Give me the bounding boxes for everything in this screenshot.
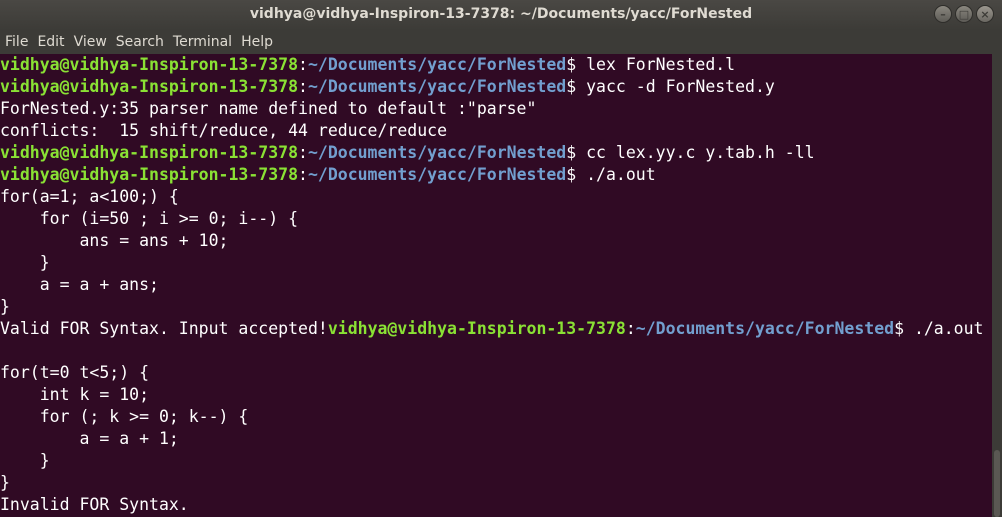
- terminal-line: for (i=50 ; i >= 0; i--) {: [0, 208, 983, 230]
- output-text: conflicts: 15 shift/reduce, 44 reduce/re…: [0, 121, 448, 140]
- prompt-colon: :: [298, 55, 308, 74]
- terminal-output[interactable]: vidhya@vidhya-Inspiron-13-7378:~/Documen…: [0, 54, 992, 517]
- prompt-path: ~/Documents/yacc/ForNested: [307, 165, 567, 184]
- terminal-line: }: [0, 472, 983, 494]
- output-text: Valid FOR Syntax. Input accepted!: [0, 319, 328, 338]
- terminal-window: vidhya@vidhya-Inspiron-13-7378: ~/Docume…: [0, 0, 1002, 517]
- menu-terminal[interactable]: Terminal: [169, 34, 236, 50]
- title-bar[interactable]: vidhya@vidhya-Inspiron-13-7378: ~/Docume…: [0, 0, 1002, 30]
- prompt-user: vidhya@vidhya-Inspiron-13-7378: [0, 143, 299, 162]
- output-text: for (i=50 ; i >= 0; i--) {: [0, 209, 299, 228]
- terminal-line: a = a + 1;: [0, 428, 983, 450]
- output-text: }: [0, 451, 50, 470]
- terminal-line: }: [0, 252, 983, 274]
- minimize-icon[interactable]: –: [934, 5, 952, 23]
- prompt-dollar: $: [566, 77, 587, 96]
- menu-search[interactable]: Search: [112, 34, 168, 50]
- output-text: }: [0, 253, 50, 272]
- terminal-line: vidhya@vidhya-Inspiron-13-7378:~/Documen…: [0, 164, 983, 186]
- output-text: a = a + 1;: [0, 429, 179, 448]
- menu-view[interactable]: View: [70, 34, 111, 50]
- menu-edit[interactable]: Edit: [33, 34, 68, 50]
- output-text: }: [0, 297, 10, 316]
- scrollbar-thumb[interactable]: [994, 450, 1000, 517]
- prompt-dollar: $: [566, 143, 587, 162]
- close-icon[interactable]: ×: [976, 5, 994, 23]
- command-text: ./a.out: [586, 165, 656, 184]
- terminal-line: ForNested.y:35 parser name defined to de…: [0, 98, 983, 120]
- menu-bar: File Edit View Search Terminal Help: [0, 30, 1002, 54]
- prompt-user: vidhya@vidhya-Inspiron-13-7378: [0, 165, 299, 184]
- terminal-line: vidhya@vidhya-Inspiron-13-7378:~/Documen…: [0, 54, 983, 76]
- prompt-colon: :: [298, 77, 308, 96]
- terminal-line: }: [0, 296, 983, 318]
- terminal-line: int k = 10;: [0, 384, 983, 406]
- command-text: lex ForNested.l: [586, 55, 736, 74]
- terminal-line: for (; k >= 0; k--) {: [0, 406, 983, 428]
- maximize-icon[interactable]: □: [955, 5, 973, 23]
- prompt-colon: :: [625, 319, 636, 338]
- output-text: ans = ans + 10;: [0, 231, 229, 250]
- terminal-line: Valid FOR Syntax. Input accepted!vidhya@…: [0, 318, 983, 340]
- prompt-colon: :: [298, 165, 308, 184]
- prompt-path: ~/Documents/yacc/ForNested: [307, 77, 567, 96]
- terminal-line: for(t=0 t<5;) {: [0, 362, 983, 384]
- prompt-path: ~/Documents/yacc/ForNested: [307, 143, 567, 162]
- prompt-user: vidhya@vidhya-Inspiron-13-7378: [0, 77, 299, 96]
- output-text: for(a=1; a<100;) {: [0, 187, 179, 206]
- window-controls: – □ ×: [934, 5, 994, 23]
- output-text: for(t=0 t<5;) {: [0, 363, 150, 382]
- terminal-line: conflicts: 15 shift/reduce, 44 reduce/re…: [0, 120, 983, 142]
- terminal-lines: vidhya@vidhya-Inspiron-13-7378:~/Documen…: [0, 54, 983, 516]
- terminal-line: vidhya@vidhya-Inspiron-13-7378:~/Documen…: [0, 142, 983, 164]
- prompt-dollar: $: [566, 165, 587, 184]
- prompt-dollar: $: [894, 319, 914, 338]
- prompt-path: ~/Documents/yacc/ForNested: [307, 55, 567, 74]
- menu-help[interactable]: Help: [237, 34, 277, 50]
- window-title: vidhya@vidhya-Inspiron-13-7378: ~/Docume…: [249, 6, 753, 22]
- prompt-path: ~/Documents/yacc/ForNested: [635, 319, 895, 338]
- output-text: a = a + ans;: [0, 275, 159, 294]
- prompt-user: vidhya@vidhya-Inspiron-13-7378: [0, 55, 299, 74]
- menu-file[interactable]: File: [1, 34, 32, 50]
- terminal-line: vidhya@vidhya-Inspiron-13-7378:~/Documen…: [0, 76, 983, 98]
- command-text: cc lex.yy.c y.tab.h -ll: [586, 143, 815, 162]
- terminal-line: }: [0, 450, 983, 472]
- terminal-line: Invalid FOR Syntax.: [0, 494, 983, 516]
- prompt-dollar: $: [566, 55, 587, 74]
- command-text: yacc -d ForNested.y: [586, 77, 775, 96]
- terminal-line: for(a=1; a<100;) {: [0, 186, 983, 208]
- scrollbar[interactable]: [992, 54, 1002, 517]
- terminal-line: a = a + ans;: [0, 274, 983, 296]
- terminal-line: ans = ans + 10;: [0, 230, 983, 252]
- output-text: ForNested.y:35 parser name defined to de…: [0, 99, 537, 118]
- output-text: int k = 10;: [0, 385, 150, 404]
- prompt-user: vidhya@vidhya-Inspiron-13-7378: [327, 319, 626, 338]
- output-text: for (; k >= 0; k--) {: [0, 407, 249, 426]
- output-text: Invalid FOR Syntax.: [0, 495, 189, 514]
- output-text: }: [0, 473, 10, 492]
- prompt-colon: :: [298, 143, 308, 162]
- command-text: ./a.out: [913, 319, 984, 338]
